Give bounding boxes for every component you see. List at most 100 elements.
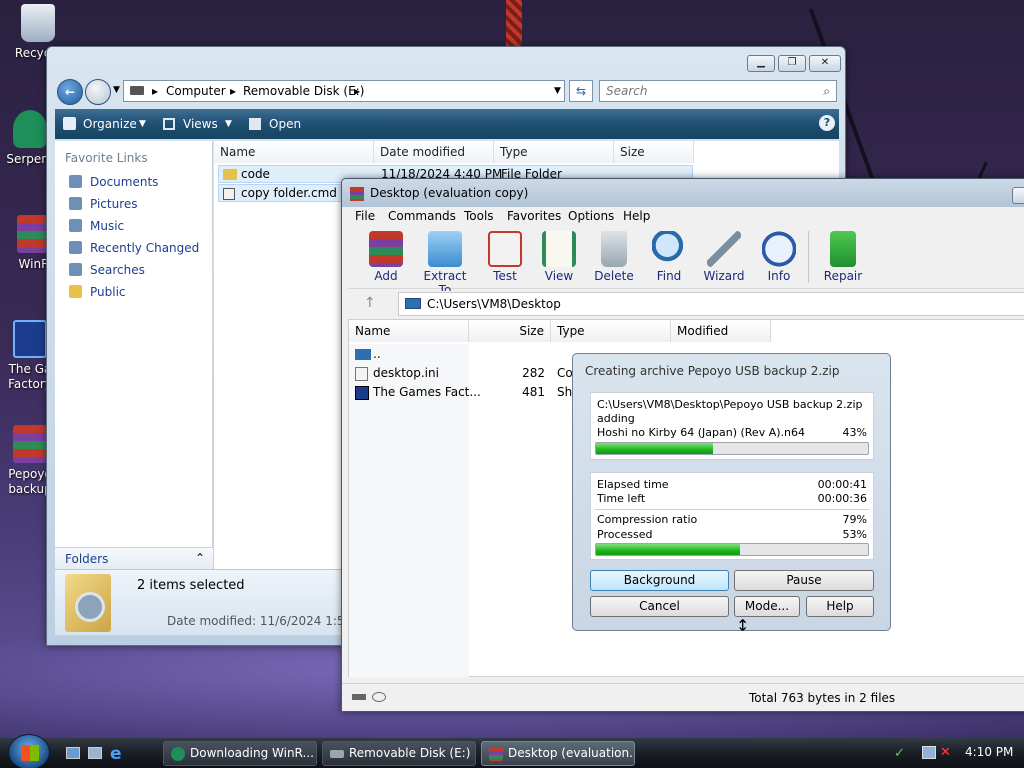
winrar-icon bbox=[489, 747, 503, 761]
folders-toggle[interactable]: Folders ⌃ bbox=[55, 547, 213, 571]
taskbar-item-winrar[interactable]: Desktop (evaluation... bbox=[481, 741, 635, 766]
tool-label: View bbox=[544, 269, 574, 283]
column-header-date-modified[interactable]: Date modified bbox=[374, 141, 494, 163]
ratio-value: 79% bbox=[842, 513, 867, 526]
cancel-button[interactable]: Cancel bbox=[590, 596, 729, 617]
show-desktop-icon[interactable] bbox=[66, 747, 80, 759]
safely-remove-hardware-icon[interactable]: ✓ bbox=[894, 746, 905, 761]
tool-test-button[interactable]: Test bbox=[476, 231, 534, 283]
views-button[interactable]: Views bbox=[183, 109, 218, 139]
sidebar-item-recently-changed[interactable]: Recently Changed bbox=[69, 239, 199, 257]
time-left-label: Time left bbox=[597, 492, 646, 505]
public-folder-icon bbox=[69, 285, 82, 298]
sidebar-item-label: Music bbox=[90, 219, 125, 233]
archive-progress-dialog[interactable]: Creating archive Pepoyo USB backup 2.zip… bbox=[572, 353, 891, 631]
address-bar[interactable]: ▸ Computer ▸ Removable Disk (E:) ▸ ▼ bbox=[123, 80, 565, 102]
taskbar-item-removable-disk[interactable]: Removable Disk (E:) bbox=[322, 741, 476, 766]
menu-tools[interactable]: Tools bbox=[464, 209, 494, 223]
sidebar-item-music[interactable]: Music bbox=[69, 217, 124, 235]
tool-extract-to-button[interactable]: Extract To bbox=[416, 231, 474, 297]
recent-pages-chevron-icon[interactable]: ▼ bbox=[113, 85, 120, 95]
switch-windows-icon[interactable] bbox=[88, 747, 102, 759]
refresh-button[interactable]: ⇆ bbox=[569, 80, 593, 102]
internet-explorer-icon[interactable]: e bbox=[110, 744, 122, 764]
gear-icon bbox=[75, 592, 105, 622]
sidebar-item-documents[interactable]: Documents bbox=[69, 173, 158, 191]
winrar-archive-icon bbox=[13, 425, 47, 463]
column-header-type[interactable]: Type bbox=[494, 141, 614, 163]
column-header-modified[interactable]: Modified bbox=[671, 320, 771, 342]
winrar-title: Desktop (evaluation copy) bbox=[370, 186, 529, 200]
background-button[interactable]: Background bbox=[590, 570, 729, 591]
tool-label: Find bbox=[656, 269, 682, 283]
sidebar-item-public[interactable]: Public bbox=[69, 283, 126, 301]
close-button[interactable]: ✕ bbox=[809, 55, 841, 72]
organize-chevron-icon[interactable]: ▼ bbox=[139, 109, 146, 139]
winrar-title-bar[interactable]: Desktop (evaluation copy) bbox=[342, 179, 1024, 207]
tool-add-button[interactable]: Add bbox=[357, 231, 415, 283]
sidebar-item-pictures[interactable]: Pictures bbox=[69, 195, 138, 213]
column-header-name[interactable]: Name bbox=[214, 141, 374, 163]
total-progress-bar bbox=[595, 543, 869, 556]
pause-button[interactable]: Pause bbox=[734, 570, 874, 591]
menu-help[interactable]: Help bbox=[623, 209, 650, 223]
start-button[interactable] bbox=[8, 734, 50, 768]
maximize-button[interactable]: ❐ bbox=[778, 55, 806, 72]
up-folder-arrow-icon[interactable]: ↑ bbox=[364, 295, 376, 311]
taskbar-item-label: Removable Disk (E:) bbox=[349, 746, 471, 760]
help-icon[interactable]: ? bbox=[819, 115, 835, 131]
search-icon[interactable]: ⌕ bbox=[823, 81, 830, 101]
time-left-row: Time left 00:00:36 bbox=[597, 491, 867, 506]
menu-commands[interactable]: Commands bbox=[388, 209, 456, 223]
file-name: desktop.ini bbox=[373, 366, 439, 380]
tool-info-button[interactable]: Info bbox=[750, 231, 808, 283]
info-icon bbox=[762, 231, 796, 267]
mode-button[interactable]: Mode... bbox=[734, 596, 800, 617]
views-chevron-icon[interactable]: ▼ bbox=[225, 109, 232, 139]
minimize-button[interactable]: ▁ bbox=[747, 55, 775, 72]
column-header-type[interactable]: Type bbox=[551, 320, 671, 342]
music-icon bbox=[69, 219, 82, 232]
back-button[interactable]: ← bbox=[57, 79, 83, 105]
desktop-icon-label: WinR bbox=[18, 257, 50, 271]
address-segment-separator: ▸ bbox=[354, 84, 361, 98]
tool-repair-button[interactable]: Repair bbox=[814, 231, 872, 283]
tool-delete-button[interactable]: Delete bbox=[585, 231, 643, 283]
tool-wizard-button[interactable]: Wizard bbox=[695, 231, 753, 283]
minimize-button[interactable] bbox=[1012, 187, 1024, 204]
tool-find-button[interactable]: Find bbox=[640, 231, 698, 283]
open-button[interactable]: Open bbox=[269, 109, 301, 139]
tool-view-button[interactable]: View bbox=[530, 231, 588, 283]
help-button[interactable]: Help bbox=[806, 596, 874, 617]
menu-options[interactable]: Options bbox=[568, 209, 614, 223]
sidebar-item-label: Searches bbox=[90, 263, 145, 277]
forward-button[interactable] bbox=[85, 79, 111, 105]
serpent-icon bbox=[171, 747, 185, 761]
column-header-size[interactable]: Size bbox=[469, 320, 551, 342]
column-header-size[interactable]: Size bbox=[614, 141, 694, 163]
taskbar-item-downloading[interactable]: Downloading WinR... bbox=[163, 741, 317, 766]
file-type: Co bbox=[557, 366, 573, 380]
parent-folder-icon bbox=[355, 349, 371, 360]
menu-file[interactable]: File bbox=[355, 209, 375, 223]
network-icon[interactable] bbox=[922, 746, 936, 759]
wizard-wand-icon bbox=[707, 231, 741, 267]
address-segment-computer[interactable]: Computer bbox=[166, 81, 226, 101]
file-size: 481 bbox=[522, 385, 545, 399]
statistics-panel: Elapsed time 00:00:41 Time left 00:00:36… bbox=[590, 472, 874, 560]
address-dropdown-icon[interactable]: ▼ bbox=[554, 81, 561, 101]
path-field[interactable]: C:\Users\VM8\Desktop bbox=[398, 292, 1024, 316]
recycle-bin-icon bbox=[21, 4, 55, 42]
current-file-name: Hoshi no Kirby 64 (Japan) (Rev A).n64 bbox=[597, 426, 805, 439]
address-segment-drive[interactable]: Removable Disk (E:) bbox=[243, 81, 364, 101]
search-input[interactable]: Search ⌕ bbox=[599, 80, 837, 102]
organize-button[interactable]: Organize bbox=[83, 109, 137, 139]
volume-muted-icon[interactable]: ✕ bbox=[940, 745, 951, 760]
column-header-name[interactable]: Name bbox=[349, 320, 469, 342]
sidebar-item-label: Pictures bbox=[90, 197, 138, 211]
sidebar-item-searches[interactable]: Searches bbox=[69, 261, 145, 279]
clock[interactable]: 4:10 PM bbox=[965, 745, 1013, 759]
address-segment-separator: ▸ bbox=[230, 84, 237, 98]
tool-label: Repair bbox=[823, 269, 863, 283]
menu-favorites[interactable]: Favorites bbox=[507, 209, 561, 223]
